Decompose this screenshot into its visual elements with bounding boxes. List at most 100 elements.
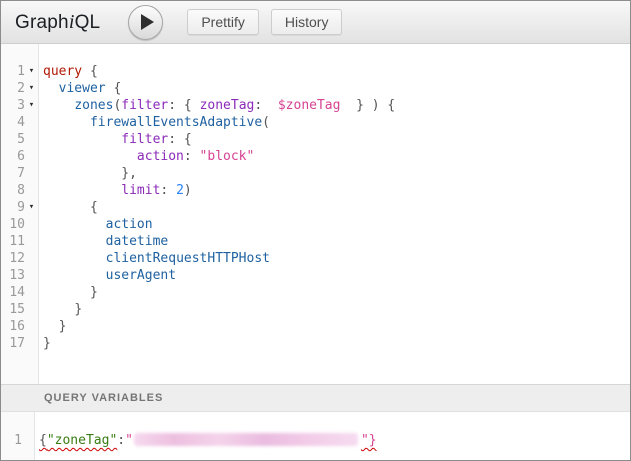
code-line[interactable]: action	[43, 216, 630, 233]
gutter-row: 2▾	[1, 80, 38, 97]
play-icon	[141, 14, 154, 30]
code-line[interactable]: }	[43, 284, 630, 301]
token-punc: }	[59, 319, 67, 334]
code-line[interactable]: zones(filter: { zoneTag: $zoneTag } ) {	[43, 97, 630, 114]
variables-editor: 1 {"zoneTag":""}	[1, 412, 630, 460]
line-number: 16	[1, 318, 25, 335]
token-plain	[43, 319, 59, 334]
token-plain	[43, 132, 121, 147]
code-line[interactable]: }	[43, 335, 630, 352]
variables-code-line[interactable]: {"zoneTag":""}	[39, 432, 630, 449]
code-line[interactable]: query {	[43, 63, 630, 80]
token-property: userAgent	[106, 268, 176, 283]
token-plain	[43, 217, 106, 232]
variables-line-number-gutter: 1	[1, 412, 35, 460]
token-plain	[43, 183, 121, 198]
line-number: 10	[1, 216, 25, 233]
code-line[interactable]: action: "block"	[43, 148, 630, 165]
code-line[interactable]: },	[43, 165, 630, 182]
code-line[interactable]: }	[43, 318, 630, 335]
token-attribute: limit	[121, 183, 160, 198]
fold-arrow-icon[interactable]: ▾	[25, 80, 38, 97]
line-number: 8	[1, 182, 25, 199]
code-line[interactable]: {	[43, 199, 630, 216]
gutter-row: 4	[1, 114, 38, 131]
code-line[interactable]: }	[43, 301, 630, 318]
token-string: "block"	[200, 149, 255, 164]
line-number: 4	[1, 114, 25, 131]
fold-arrow-icon[interactable]: ▾	[25, 63, 38, 80]
prettify-button[interactable]: Prettify	[187, 9, 259, 35]
token-punc: }	[43, 336, 51, 351]
code-line[interactable]: clientRequestHTTPHost	[43, 250, 630, 267]
token-punc: : {	[168, 98, 199, 113]
code-line[interactable]: viewer {	[43, 80, 630, 97]
line-number: 9	[1, 199, 25, 216]
line-number: 6	[1, 148, 25, 165]
gutter-row: 3▾	[1, 97, 38, 114]
token-keyword: query	[43, 64, 82, 79]
gutter-row: 17	[1, 335, 38, 352]
code-line[interactable]: userAgent	[43, 267, 630, 284]
variables-key-group: {"zoneTag"	[39, 433, 117, 448]
token-punc: }	[90, 285, 98, 300]
fold-spacer	[25, 114, 38, 131]
execute-button[interactable]	[128, 5, 163, 40]
variables-line-number: 1	[1, 432, 34, 449]
query-code-area[interactable]: query { viewer { zones(filter: { zoneTag…	[39, 44, 630, 384]
token-punc: :	[160, 183, 176, 198]
gutter-row: 8	[1, 182, 38, 199]
token-plain	[43, 166, 121, 181]
code-line[interactable]: limit: 2)	[43, 182, 630, 199]
variables-key: "zoneTag"	[47, 433, 117, 448]
gutter-row: 5	[1, 131, 38, 148]
token-punc: {	[106, 81, 122, 96]
token-punc: {	[82, 64, 98, 79]
fold-spacer	[25, 182, 38, 199]
token-punc: :	[184, 149, 200, 164]
gutter-row: 6	[1, 148, 38, 165]
variables-code-area[interactable]: {"zoneTag":""}	[35, 412, 630, 460]
fold-spacer	[25, 233, 38, 250]
token-plain	[43, 285, 90, 300]
variables-open-brace: {	[39, 433, 47, 448]
fold-spacer	[25, 131, 38, 148]
token-property: datetime	[106, 234, 169, 249]
token-plain	[43, 115, 90, 130]
token-punc: (	[262, 115, 270, 130]
variables-colon: :	[117, 433, 125, 448]
code-line[interactable]: filter: {	[43, 131, 630, 148]
line-number: 11	[1, 233, 25, 250]
gutter-row: 15	[1, 301, 38, 318]
gutter-row: 12	[1, 250, 38, 267]
gutter-row: 13	[1, 267, 38, 284]
token-plain	[43, 234, 106, 249]
fold-arrow-icon[interactable]: ▾	[25, 97, 38, 114]
line-number: 2	[1, 80, 25, 97]
line-number: 17	[1, 335, 25, 352]
gutter-row: 11	[1, 233, 38, 250]
line-number: 5	[1, 131, 25, 148]
token-property: action	[106, 217, 153, 232]
token-attribute: filter	[121, 98, 168, 113]
token-plain	[43, 200, 90, 215]
fold-spacer	[25, 318, 38, 335]
app-title-graph: Graph	[15, 12, 69, 33]
fold-spacer	[25, 148, 38, 165]
app-title-ql: QL	[75, 12, 101, 33]
query-line-number-gutter: 1▾2▾3▾456789▾1011121314151617	[1, 44, 39, 384]
code-line[interactable]: firewallEventsAdaptive(	[43, 114, 630, 131]
variables-value-open-quote: "	[125, 433, 133, 448]
fold-arrow-icon[interactable]: ▾	[25, 199, 38, 216]
line-number: 15	[1, 301, 25, 318]
toolbar: GraphiQL Prettify History	[1, 1, 630, 44]
token-attribute: filter	[121, 132, 168, 147]
fold-spacer	[25, 216, 38, 233]
token-plain	[43, 81, 59, 96]
token-plain	[43, 149, 137, 164]
fold-spacer	[25, 267, 38, 284]
history-button[interactable]: History	[271, 9, 343, 35]
fold-spacer	[25, 250, 38, 267]
code-line[interactable]: datetime	[43, 233, 630, 250]
query-variables-header[interactable]: QUERY VARIABLES	[1, 384, 630, 412]
